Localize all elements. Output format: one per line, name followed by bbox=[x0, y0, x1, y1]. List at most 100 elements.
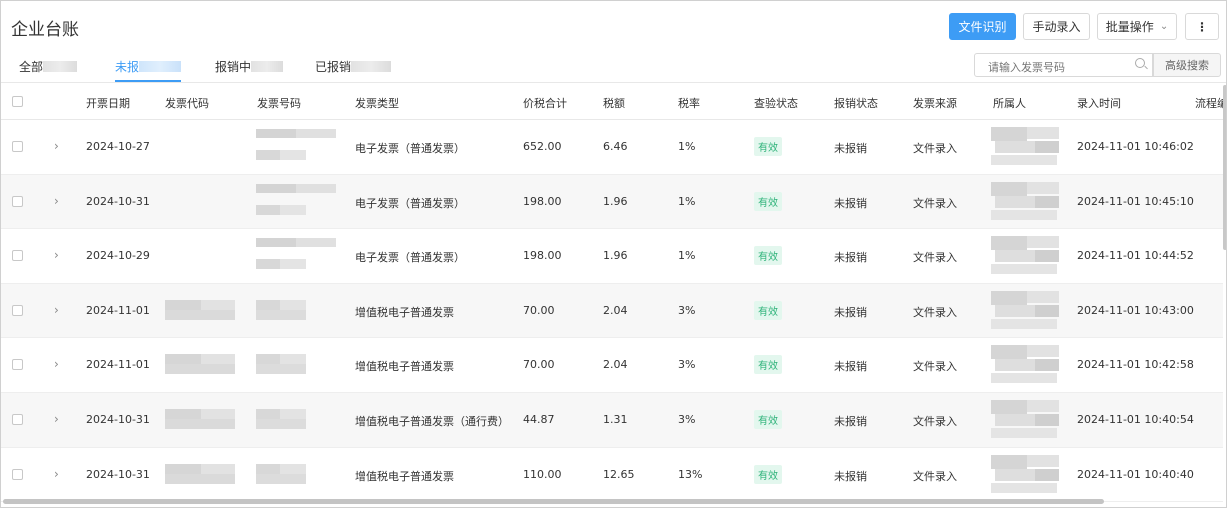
chevron-right-icon[interactable]: › bbox=[54, 139, 59, 153]
check-status-badge: 有效 bbox=[754, 464, 782, 484]
search-icon[interactable] bbox=[1135, 58, 1145, 68]
cell-tax-rate: 1% bbox=[678, 140, 696, 153]
cell-tax-rate: 1% bbox=[678, 249, 696, 263]
table-header: 开票日期 发票代码 发票号码 发票类型 价税合计 税额 税率 查验状态 报销状态… bbox=[1, 83, 1226, 120]
cell-issue-date: 2024-10-29 bbox=[86, 249, 150, 263]
cell-total: 110.00 bbox=[523, 467, 562, 481]
more-options-button[interactable]: ⋮ bbox=[1185, 13, 1219, 40]
row-checkbox[interactable] bbox=[12, 359, 23, 371]
check-status-badge: 有效 bbox=[754, 355, 782, 375]
row-checkbox[interactable] bbox=[12, 195, 23, 207]
cell-reimburse-status: 未报销 bbox=[834, 305, 867, 319]
cell-total: 198.00 bbox=[523, 194, 562, 208]
cell-tax: 2.04 bbox=[603, 358, 628, 372]
col-tax[interactable]: 税额 bbox=[603, 95, 625, 111]
cell-tax: 6.46 bbox=[603, 140, 628, 153]
cell-invoice-type: 增值税电子普通发票（通行费） bbox=[355, 415, 509, 428]
chevron-right-icon[interactable]: › bbox=[54, 248, 59, 262]
cell-invoice-type: 电子发票（普通发票） bbox=[355, 196, 465, 210]
chevron-right-icon[interactable]: › bbox=[54, 303, 59, 317]
col-source[interactable]: 发票来源 bbox=[913, 95, 957, 111]
cell-tax-rate: 1% bbox=[678, 194, 696, 208]
cell-entry-time: 2024-11-01 10:45:10 bbox=[1077, 194, 1194, 208]
tab-in-reimbursement[interactable]: 报销中 bbox=[215, 58, 284, 82]
cell-invoice-type: 电子发票（普通发票） bbox=[355, 251, 465, 265]
col-total[interactable]: 价税合计 bbox=[523, 95, 567, 111]
cell-total: 198.00 bbox=[523, 249, 562, 263]
chevron-right-icon[interactable]: › bbox=[54, 357, 59, 371]
table-row[interactable]: › 有效 2024-11-01 增值税电子普通发票 70.00 2.04 3% 未报销 文件录入… bbox=[1, 283, 1223, 339]
col-tax-rate[interactable]: 税率 bbox=[678, 95, 700, 111]
cell-total: 70.00 bbox=[523, 303, 555, 317]
col-invoice-code[interactable]: 发票代码 bbox=[165, 95, 209, 111]
tab-unreported[interactable]: 未报 bbox=[115, 58, 182, 82]
cell-total: 44.87 bbox=[523, 413, 555, 426]
cell-tax-rate: 3% bbox=[678, 413, 696, 426]
row-checkbox[interactable] bbox=[12, 468, 23, 480]
batch-operation-button[interactable]: 批量操作 ⌄ bbox=[1097, 13, 1177, 40]
cell-source: 文件录入 bbox=[913, 142, 957, 155]
tab-all[interactable]: 全部 bbox=[19, 58, 78, 82]
chevron-right-icon[interactable]: › bbox=[54, 412, 59, 426]
tab-reimbursed[interactable]: 已报销 bbox=[315, 58, 392, 82]
tab-reimbursed-label: 已报销 bbox=[315, 60, 352, 74]
cell-source: 文件录入 bbox=[913, 360, 957, 374]
row-checkbox[interactable] bbox=[12, 250, 23, 262]
row-checkbox[interactable] bbox=[12, 304, 23, 316]
cell-issue-date: 2024-10-31 bbox=[86, 467, 150, 481]
vertical-scrollbar[interactable] bbox=[1223, 85, 1226, 250]
row-checkbox[interactable] bbox=[12, 141, 23, 152]
cell-entry-time: 2024-11-01 10:43:00 bbox=[1077, 303, 1194, 317]
cell-issue-date: 2024-11-01 bbox=[86, 358, 150, 372]
col-reimburse-status[interactable]: 报销状态 bbox=[834, 95, 878, 111]
batch-operation-label: 批量操作 bbox=[1105, 20, 1154, 34]
tab-count-redacted bbox=[351, 61, 392, 72]
chevron-right-icon[interactable]: › bbox=[54, 467, 59, 481]
cell-total: 652.00 bbox=[523, 140, 562, 153]
advanced-search-button[interactable]: 高级搜索 bbox=[1153, 53, 1221, 77]
chevron-right-icon[interactable]: › bbox=[54, 194, 59, 208]
cell-invoice-type: 增值税电子普通发票 bbox=[355, 360, 454, 374]
tab-all-label: 全部 bbox=[19, 60, 44, 74]
cell-source: 文件录入 bbox=[913, 251, 957, 265]
cell-entry-time: 2024-11-01 10:44:52 bbox=[1077, 249, 1194, 263]
check-status-badge: 有效 bbox=[754, 410, 782, 429]
cell-source: 文件录入 bbox=[913, 305, 957, 319]
table-row[interactable]: › 有效 2024-10-27 电子发票（普通发票） 652.00 6.46 1% 未报销 文件… bbox=[1, 120, 1223, 175]
invoice-number-search-input[interactable] bbox=[974, 53, 1153, 77]
check-status-badge: 有效 bbox=[754, 191, 782, 211]
chevron-down-icon: ⌄ bbox=[1159, 21, 1169, 32]
cell-reimburse-status: 未报销 bbox=[834, 469, 867, 483]
cell-issue-date: 2024-11-01 bbox=[86, 303, 150, 317]
col-owner[interactable]: 所属人 bbox=[993, 95, 1026, 111]
horizontal-scrollbar[interactable] bbox=[3, 499, 1104, 504]
col-invoice-number[interactable]: 发票号码 bbox=[257, 95, 301, 111]
cell-total: 70.00 bbox=[523, 358, 555, 372]
col-issue-date[interactable]: 开票日期 bbox=[86, 95, 130, 111]
table-row[interactable]: › 有效 2024-10-31 电子发票（普通发票） 198.00 1.96 1% 未报销 文件… bbox=[1, 174, 1223, 230]
header: 企业台账 文件识别 手动录入 批量操作 ⌄ ⋮ bbox=[1, 1, 1226, 49]
col-entry-time[interactable]: 录入时间 bbox=[1077, 95, 1121, 111]
tab-in-reimbursement-label: 报销中 bbox=[215, 60, 252, 74]
tab-count-redacted bbox=[139, 61, 182, 72]
table-row[interactable]: › 有效 2024-11-01 增值税电子普通发票 70.00 2.04 3% 未报销 文件录入… bbox=[1, 338, 1223, 393]
check-status-badge: 有效 bbox=[754, 246, 782, 266]
check-status-badge: 有效 bbox=[754, 137, 782, 156]
ledger-window: 企业台账 文件识别 手动录入 批量操作 ⌄ ⋮ 全部 未报 报销中 已报销 高级… bbox=[0, 0, 1227, 508]
manual-entry-button[interactable]: 手动录入 bbox=[1023, 13, 1090, 40]
col-invoice-type[interactable]: 发票类型 bbox=[355, 95, 399, 111]
cell-tax: 12.65 bbox=[603, 467, 635, 481]
cell-tax-rate: 3% bbox=[678, 358, 696, 372]
table-row[interactable]: › 有效 2024-10-31 增值税电子普通发票 110.00 12.65 13% 未报销 文… bbox=[1, 448, 1223, 503]
cell-tax: 1.31 bbox=[603, 413, 628, 426]
file-recognize-button[interactable]: 文件识别 bbox=[949, 13, 1016, 40]
row-checkbox[interactable] bbox=[12, 414, 23, 425]
table-row[interactable]: › 有效 2024-10-29 电子发票（普通发票） 198.00 1.96 1% 未报销 文件… bbox=[1, 229, 1223, 284]
select-all-checkbox[interactable] bbox=[12, 96, 23, 107]
table-row[interactable]: › 有效 2024-10-31 增值税电子普通发票（通行费） 44.87 1.31 3% 未报… bbox=[1, 393, 1223, 448]
cell-issue-date: 2024-10-31 bbox=[86, 194, 150, 208]
col-check-status[interactable]: 查验状态 bbox=[754, 95, 798, 111]
cell-reimburse-status: 未报销 bbox=[834, 251, 867, 265]
cell-issue-date: 2024-10-27 bbox=[86, 140, 150, 153]
cell-issue-date: 2024-10-31 bbox=[86, 413, 150, 426]
